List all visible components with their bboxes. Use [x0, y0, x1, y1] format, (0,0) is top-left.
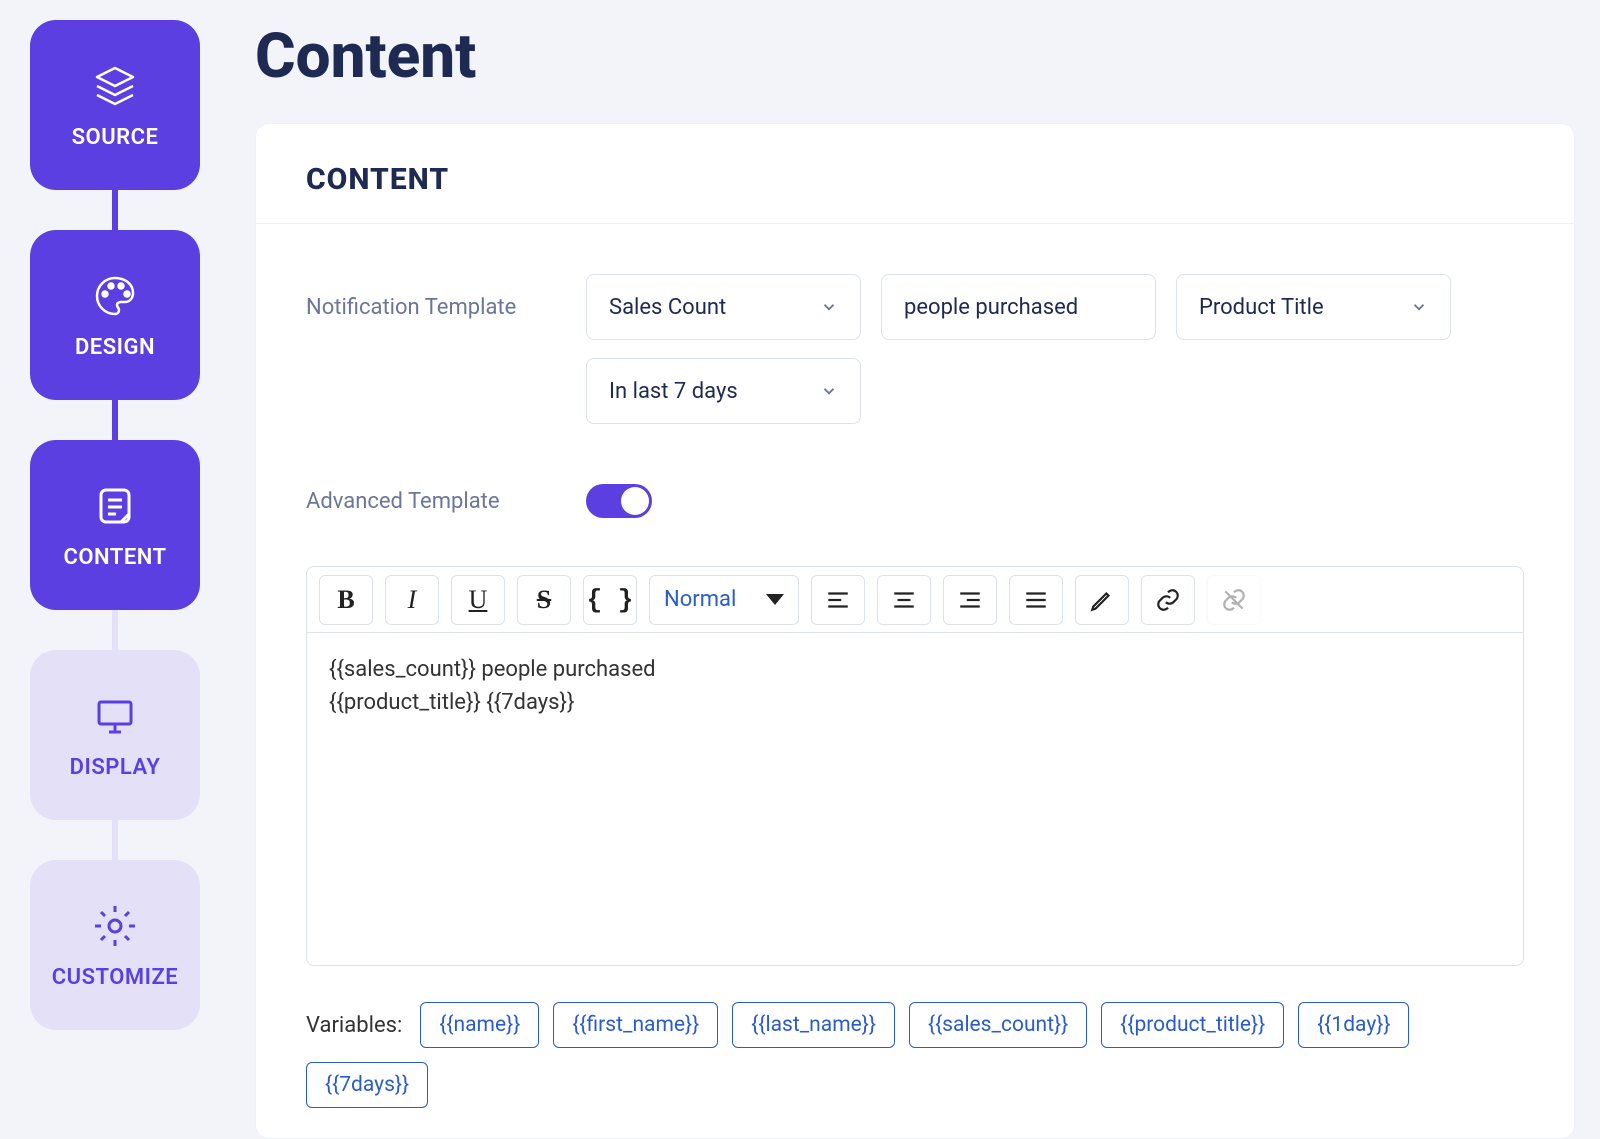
variable-tag[interactable]: {{1day}} [1298, 1002, 1409, 1048]
timeframe-select[interactable]: In last 7 days [586, 358, 861, 424]
variables-row: Variables: {{name}} {{first_name}} {{las… [306, 1002, 1524, 1108]
variable-tag[interactable]: {{first_name}} [553, 1002, 718, 1048]
editor-body[interactable]: {{sales_count}} people purchased {{produ… [307, 633, 1523, 965]
editor-line: {{sales_count}} people purchased [329, 653, 1501, 686]
card-header-title: CONTENT [306, 162, 1524, 197]
step-content[interactable]: CONTENT [30, 440, 200, 610]
align-left-button[interactable] [811, 575, 865, 625]
rich-text-editor: B I U S { } Normal [306, 566, 1524, 966]
bold-button[interactable]: B [319, 575, 373, 625]
subject-select-value: Product Title [1199, 295, 1324, 320]
code-button[interactable]: { } [583, 575, 637, 625]
underline-button[interactable]: U [451, 575, 505, 625]
variables-label: Variables: [306, 1013, 402, 1038]
unlink-button [1207, 575, 1261, 625]
editor-toolbar: B I U S { } Normal [307, 567, 1523, 633]
step-label: CONTENT [63, 545, 166, 570]
verb-input[interactable]: people purchased [881, 274, 1156, 340]
step-source[interactable]: SOURCE [30, 20, 200, 190]
verb-input-value: people purchased [904, 295, 1078, 320]
main-content: Content CONTENT Notification Template Sa… [255, 20, 1600, 1139]
text-style-value: Normal [664, 587, 736, 612]
step-connector [112, 820, 118, 860]
caret-down-icon [766, 594, 784, 605]
template-select-value: Sales Count [609, 295, 726, 320]
notification-template-label: Notification Template [306, 295, 566, 320]
toggle-knob [621, 487, 649, 515]
document-icon [90, 481, 140, 531]
link-button[interactable] [1141, 575, 1195, 625]
notification-template-row: Notification Template Sales Count people… [256, 224, 1574, 340]
variable-tag[interactable]: {{last_name}} [732, 1002, 895, 1048]
chevron-down-icon [820, 382, 838, 400]
step-design[interactable]: DESIGN [30, 230, 200, 400]
variable-tag[interactable]: {{sales_count}} [909, 1002, 1087, 1048]
step-label: SOURCE [72, 125, 159, 150]
color-button[interactable] [1075, 575, 1129, 625]
step-label: CUSTOMIZE [52, 965, 178, 990]
layers-icon [90, 61, 140, 111]
template-select[interactable]: Sales Count [586, 274, 861, 340]
variable-tag[interactable]: {{name}} [420, 1002, 539, 1048]
step-sidebar: SOURCE DESIGN CONTENT [30, 20, 200, 1030]
strikethrough-button[interactable]: S [517, 575, 571, 625]
chevron-down-icon [1410, 298, 1428, 316]
step-customize[interactable]: CUSTOMIZE [30, 860, 200, 1030]
page-title: Content [255, 20, 1600, 93]
content-card: CONTENT Notification Template Sales Coun… [255, 123, 1575, 1139]
step-display[interactable]: DISPLAY [30, 650, 200, 820]
align-justify-button[interactable] [1009, 575, 1063, 625]
text-style-select[interactable]: Normal [649, 575, 799, 625]
step-connector [112, 610, 118, 650]
chevron-down-icon [820, 298, 838, 316]
variable-tag[interactable]: {{7days}} [306, 1062, 428, 1108]
variable-tag[interactable]: {{product_title}} [1101, 1002, 1284, 1048]
palette-icon [90, 271, 140, 321]
monitor-icon [90, 691, 140, 741]
step-connector [112, 400, 118, 440]
editor-line: {{product_title}} {{7days}} [329, 686, 1501, 719]
timeframe-row: In last 7 days [256, 340, 1574, 424]
step-label: DISPLAY [70, 755, 161, 780]
advanced-template-toggle[interactable] [586, 484, 652, 518]
advanced-template-row: Advanced Template [256, 424, 1574, 518]
card-header: CONTENT [256, 124, 1574, 224]
subject-select[interactable]: Product Title [1176, 274, 1451, 340]
advanced-template-label: Advanced Template [306, 489, 566, 514]
step-label: DESIGN [75, 335, 155, 360]
align-right-button[interactable] [943, 575, 997, 625]
step-connector [112, 190, 118, 230]
italic-button[interactable]: I [385, 575, 439, 625]
gear-icon [90, 901, 140, 951]
align-center-button[interactable] [877, 575, 931, 625]
timeframe-select-value: In last 7 days [609, 379, 738, 404]
